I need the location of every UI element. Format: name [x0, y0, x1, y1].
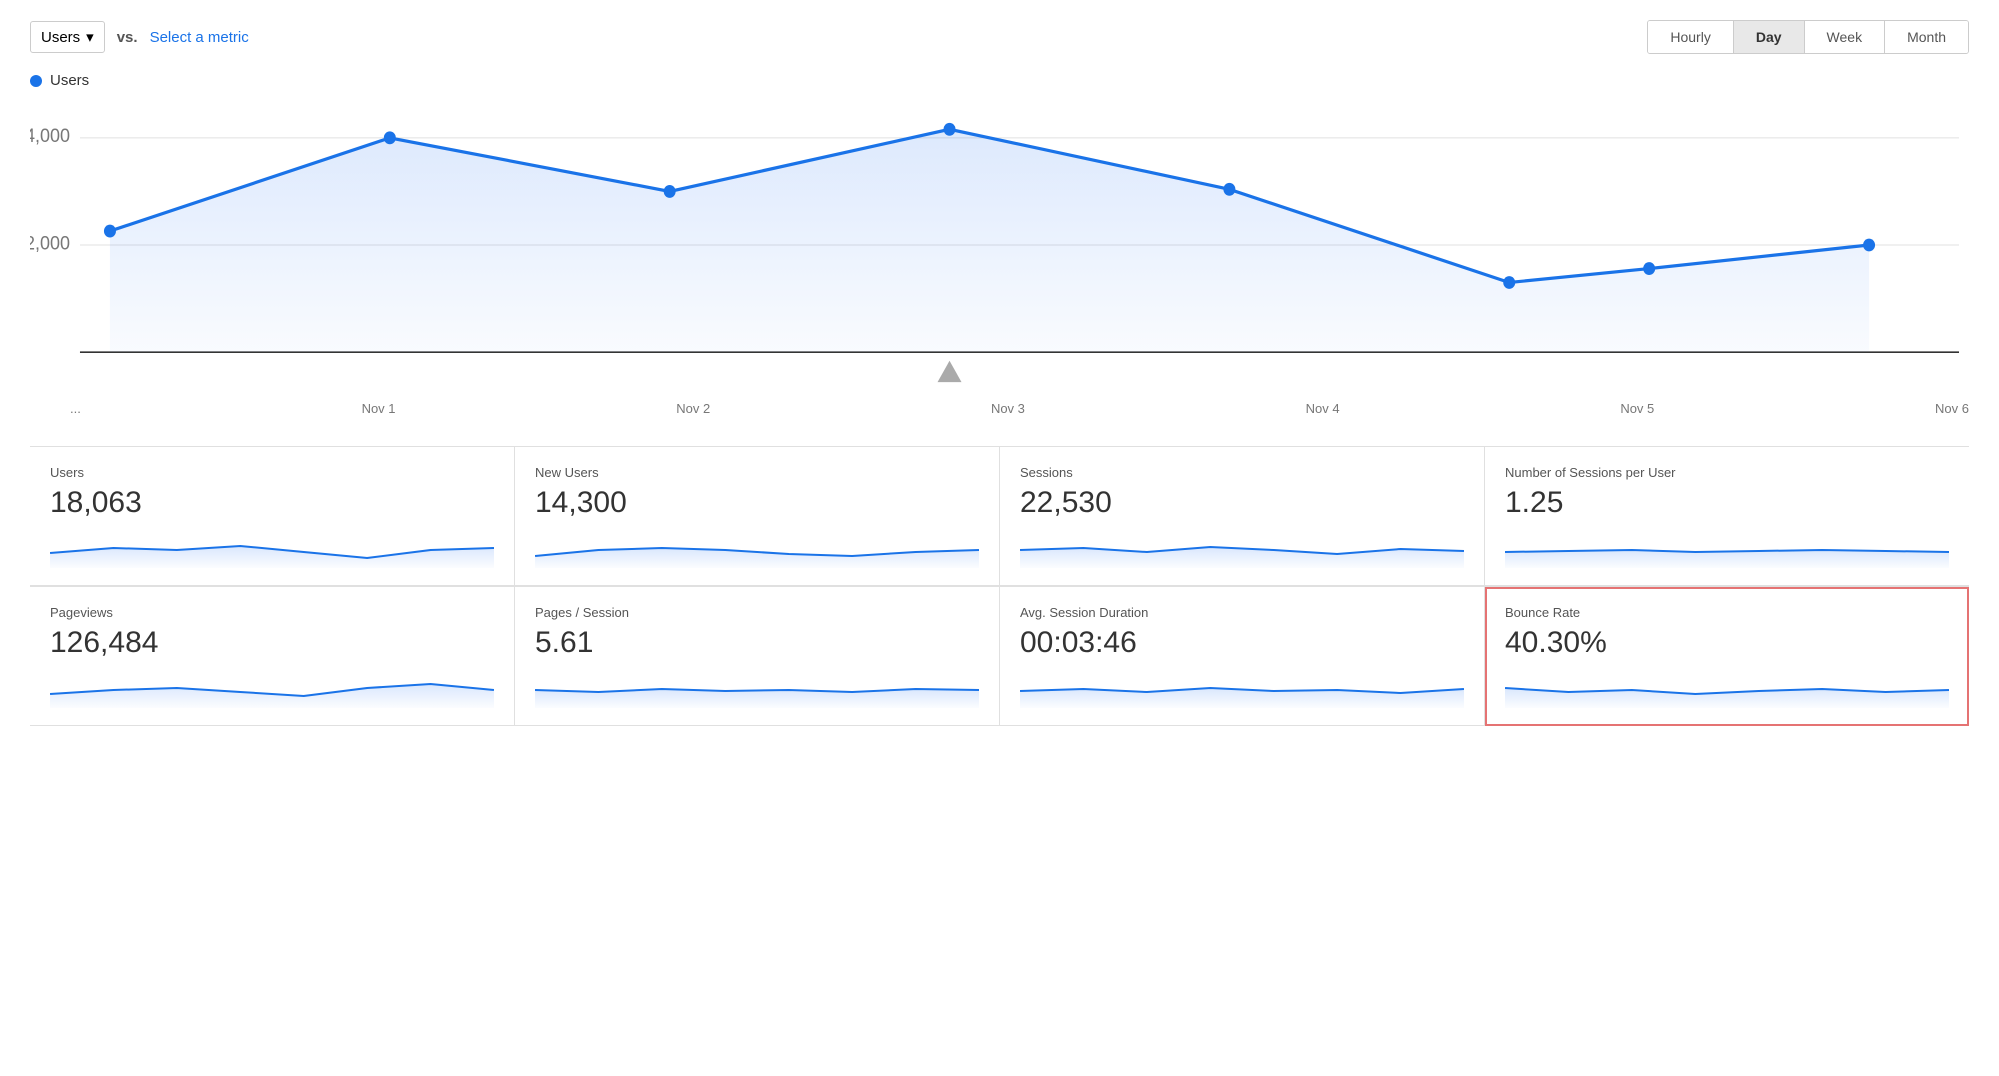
x-label-nov4: Nov 4 [1306, 401, 1340, 416]
main-chart: 4,000 2,000 [30, 95, 1969, 395]
select-metric-link[interactable]: Select a metric [150, 29, 249, 46]
chart-point [1223, 183, 1235, 196]
day-button[interactable]: Day [1734, 21, 1805, 53]
legend-dot-icon [30, 75, 42, 87]
metric-value-sessions: 22,530 [1020, 486, 1464, 520]
metric-value-users: 18,063 [50, 486, 494, 520]
hourly-button[interactable]: Hourly [1648, 21, 1733, 53]
month-button[interactable]: Month [1885, 21, 1968, 53]
legend-label: Users [50, 72, 89, 89]
metric-dropdown-label: Users [41, 29, 80, 46]
x-label-nov5: Nov 5 [1620, 401, 1654, 416]
metric-label-pageviews: Pageviews [50, 605, 494, 620]
metric-card-pageviews: Pageviews 126,484 [30, 587, 515, 726]
chart-point [1863, 239, 1875, 252]
metric-value-pageviews: 126,484 [50, 626, 494, 660]
metric-label-avg-session-duration: Avg. Session Duration [1020, 605, 1464, 620]
metrics-section: Users 18,063 New Users 14,300 Sessions 2… [30, 446, 1969, 726]
x-label-nov3: Nov 3 [991, 401, 1025, 416]
metrics-row-1: Users 18,063 New Users 14,300 Sessions 2… [30, 446, 1969, 586]
chart-point [104, 225, 116, 238]
metric-label-sessions-per-user: Number of Sessions per User [1505, 465, 1949, 480]
chart-svg: 4,000 2,000 [30, 95, 1969, 395]
metric-card-sessions-per-user: Number of Sessions per User 1.25 [1485, 447, 1969, 586]
dropdown-arrow-icon: ▾ [86, 28, 94, 46]
sparkline-sessions [1020, 528, 1464, 568]
metric-card-pages-per-session: Pages / Session 5.61 [515, 587, 1000, 726]
chart-point [384, 131, 396, 144]
metric-label-bounce-rate: Bounce Rate [1505, 605, 1949, 620]
top-bar: Users ▾ vs. Select a metric Hourly Day W… [30, 20, 1969, 54]
chart-point [1643, 262, 1655, 275]
week-button[interactable]: Week [1805, 21, 1886, 53]
x-label-nov2: Nov 2 [676, 401, 710, 416]
metric-value-avg-session-duration: 00:03:46 [1020, 626, 1464, 660]
metric-card-bounce-rate: Bounce Rate 40.30% [1485, 587, 1969, 726]
top-left-controls: Users ▾ vs. Select a metric [30, 21, 249, 53]
x-label-ellipsis: ... [70, 401, 81, 416]
chart-point [664, 185, 676, 198]
metric-card-sessions: Sessions 22,530 [1000, 447, 1485, 586]
metric-value-sessions-per-user: 1.25 [1505, 486, 1949, 520]
metric-value-bounce-rate: 40.30% [1505, 626, 1949, 660]
x-label-nov6: Nov 6 [1935, 401, 1969, 416]
sparkline-sessions-per-user [1505, 528, 1949, 568]
x-label-nov1: Nov 1 [362, 401, 396, 416]
metrics-row-2: Pageviews 126,484 Pages / Session 5.61 A… [30, 586, 1969, 726]
chart-point [944, 123, 956, 136]
metric-label-new-users: New Users [535, 465, 979, 480]
sparkline-pages-per-session [535, 668, 979, 708]
vs-label: vs. [117, 29, 138, 46]
metric-dropdown[interactable]: Users ▾ [30, 21, 105, 53]
svg-text:2,000: 2,000 [30, 232, 70, 254]
metric-label-users: Users [50, 465, 494, 480]
metric-label-sessions: Sessions [1020, 465, 1464, 480]
chart-point [1503, 276, 1515, 289]
chart-fill-area [110, 129, 1869, 352]
sparkline-avg-session-duration [1020, 668, 1464, 708]
chart-tooltip-arrow [938, 361, 962, 382]
sparkline-new-users [535, 528, 979, 568]
sparkline-users [50, 528, 494, 568]
metric-value-new-users: 14,300 [535, 486, 979, 520]
chart-legend: Users [30, 72, 1969, 89]
metric-card-users: Users 18,063 [30, 447, 515, 586]
metric-card-new-users: New Users 14,300 [515, 447, 1000, 586]
sparkline-bounce-rate [1505, 668, 1949, 708]
metric-card-avg-session-duration: Avg. Session Duration 00:03:46 [1000, 587, 1485, 726]
x-axis-labels: ... Nov 1 Nov 2 Nov 3 Nov 4 Nov 5 Nov 6 [30, 395, 1969, 416]
time-period-selector: Hourly Day Week Month [1647, 20, 1969, 54]
svg-text:4,000: 4,000 [30, 125, 70, 147]
metric-label-pages-per-session: Pages / Session [535, 605, 979, 620]
sparkline-pageviews [50, 668, 494, 708]
metric-value-pages-per-session: 5.61 [535, 626, 979, 660]
